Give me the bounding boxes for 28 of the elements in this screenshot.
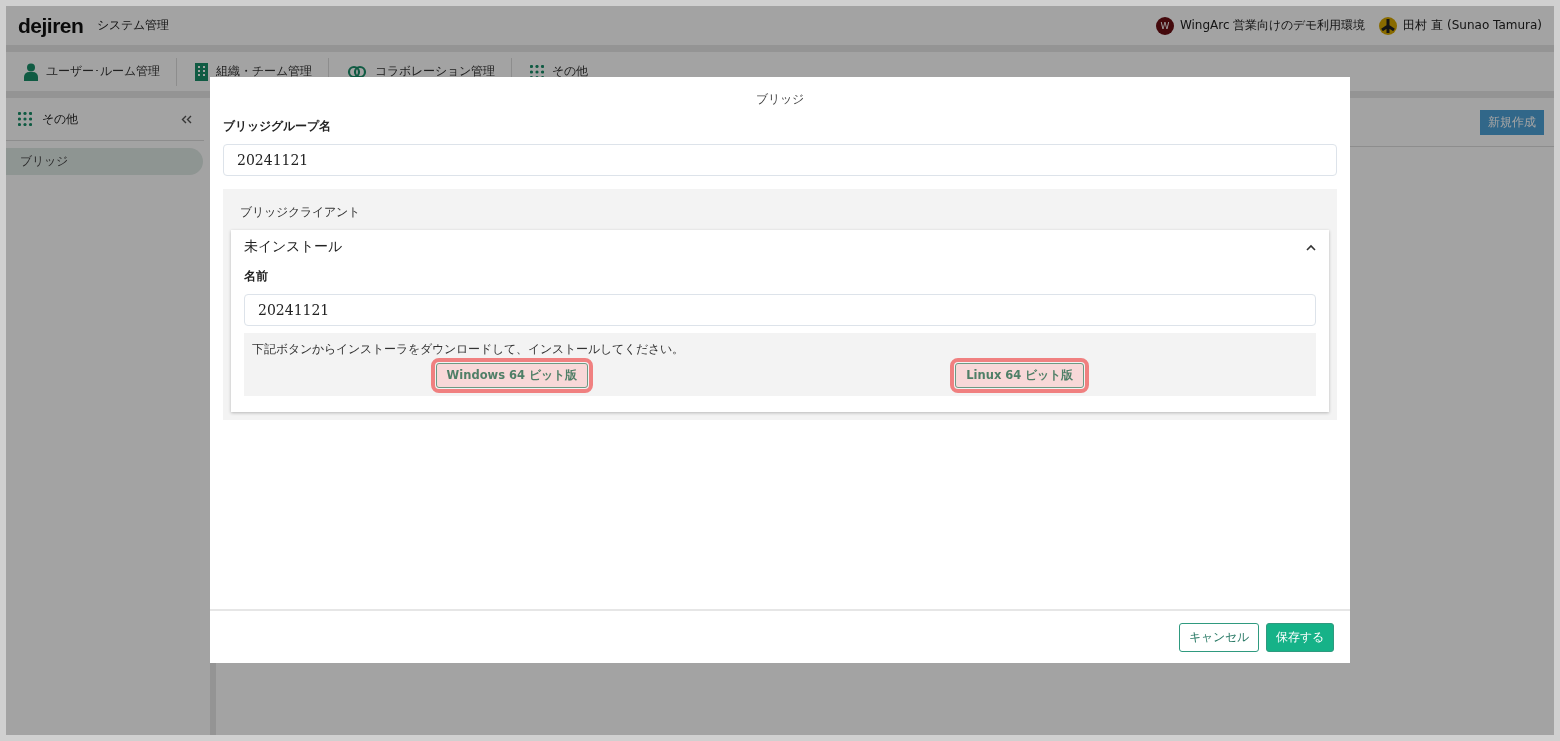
nav-tab[interactable]: ユーザー･ルーム管理 xyxy=(16,57,177,86)
client-name-field[interactable]: 20241121 xyxy=(244,294,1316,326)
group-name-field[interactable]: 20241121 xyxy=(223,144,1337,176)
client-status: 未インストール xyxy=(244,238,342,256)
user-name: 田村 直 (Sunao Tamura) xyxy=(1403,17,1542,34)
instruction-text: 下記ボタンからインストーラをダウンロードして、インストールしてください。 xyxy=(252,342,685,357)
building-icon xyxy=(195,62,208,81)
user-avatar-icon xyxy=(1379,16,1398,35)
sidebar-title: その他 xyxy=(42,110,79,128)
field-label: ブリッジグループ名 xyxy=(223,118,332,135)
nav-label: ユーザー･ルーム管理 xyxy=(46,64,160,79)
app-title: システム管理 xyxy=(97,17,170,34)
collapse-icon[interactable] xyxy=(181,114,192,124)
dialog-title: ブリッジ xyxy=(755,91,805,108)
cancel-button[interactable]: キャンセル xyxy=(1179,622,1259,652)
logo: dejiren xyxy=(18,13,84,38)
field-label: 名前 xyxy=(244,268,269,285)
person-icon xyxy=(24,62,38,81)
grid-icon xyxy=(18,112,32,126)
chevron-icon[interactable] xyxy=(1306,243,1316,251)
nav-label: その他 xyxy=(552,64,588,79)
nav-label: コラボレーション管理 xyxy=(375,64,495,79)
tenant-name: WingArc 営業向けのデモ利用環境 xyxy=(1179,17,1366,34)
tenant-avatar: W xyxy=(1155,16,1174,35)
nav-label: 組織・チーム管理 xyxy=(216,64,312,79)
section-label: ブリッジクライアント xyxy=(239,205,361,220)
sidebar-item[interactable]: ブリッジ xyxy=(6,148,203,175)
link-icon xyxy=(347,64,367,79)
